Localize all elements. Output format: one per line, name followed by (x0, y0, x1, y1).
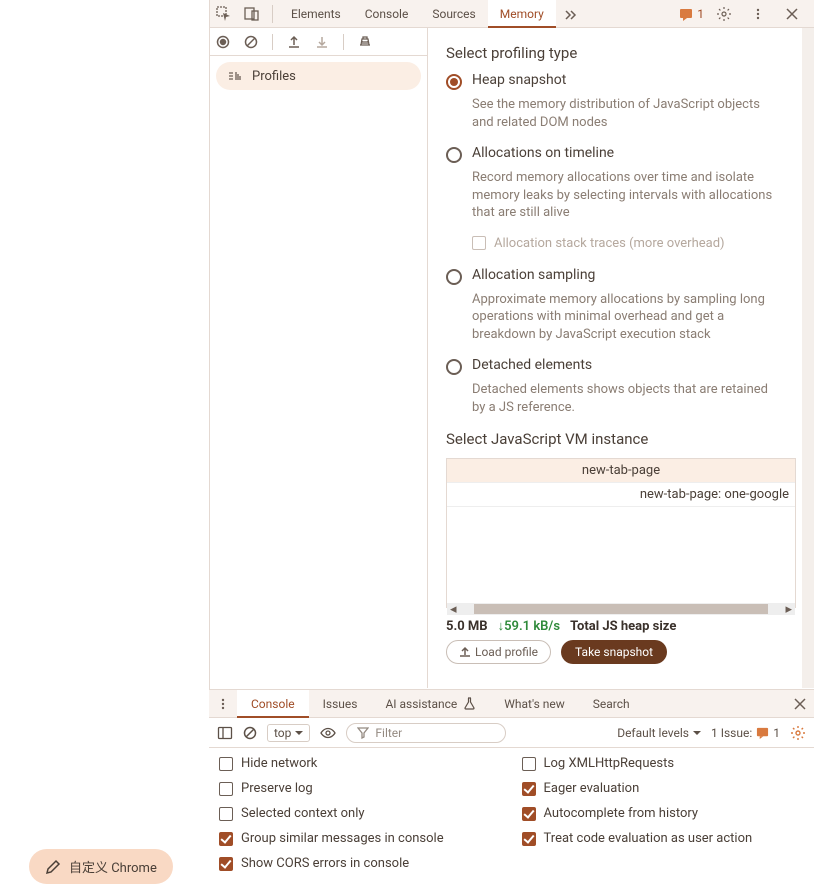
radio-icon[interactable] (446, 147, 462, 163)
more-tabs-icon[interactable] (556, 0, 584, 28)
radio-icon[interactable] (446, 359, 462, 375)
download-icon[interactable] (315, 35, 329, 49)
vm-row[interactable]: new-tab-page (447, 459, 795, 483)
tab-console[interactable]: Console (353, 0, 421, 28)
setting-group-similar[interactable]: Group similar messages in console (219, 831, 502, 846)
flask-icon (463, 697, 476, 710)
drawer-tab-issues[interactable]: Issues (309, 690, 372, 718)
customize-chrome-pill[interactable]: 自定义 Chrome (29, 849, 173, 884)
setting-eager-eval[interactable]: Eager evaluation (522, 781, 805, 796)
profiles-label: Profiles (252, 69, 296, 84)
inspect-icon[interactable] (210, 0, 238, 28)
issues-badge[interactable]: 1 (679, 7, 704, 21)
upload-icon[interactable] (287, 35, 301, 49)
console-settings-gear-icon[interactable] (790, 725, 806, 741)
vertical-scrollbar[interactable] (802, 28, 814, 688)
close-icon[interactable] (778, 0, 806, 28)
profiling-type-title: Select profiling type (446, 44, 796, 62)
tab-sources[interactable]: Sources (420, 0, 487, 28)
console-drawer: Console Issues AI assistance What's new … (209, 689, 814, 894)
issue-icon (756, 726, 769, 739)
vm-instance-list[interactable]: new-tab-page new-tab-page: one-google ◂▸ (446, 458, 796, 608)
option-allocations-timeline[interactable]: Allocations on timeline (446, 145, 796, 163)
gc-icon[interactable] (358, 35, 372, 49)
tab-memory[interactable]: Memory (488, 0, 556, 28)
drawer-close-icon[interactable] (786, 690, 814, 718)
drawer-tab-whatsnew[interactable]: What's new (490, 690, 579, 718)
kebab-menu-icon[interactable] (744, 0, 772, 28)
heap-size: 5.0 MB (446, 619, 488, 634)
context-selector[interactable]: top (267, 724, 310, 742)
setting-show-cors[interactable]: Show CORS errors in console (219, 856, 502, 871)
drawer-tab-ai[interactable]: AI assistance (371, 690, 490, 718)
sidebar-item-profiles[interactable]: Profiles (216, 62, 421, 90)
memory-panel: Select profiling type Heap snapshot See … (428, 28, 814, 688)
horizontal-scrollbar[interactable]: ◂▸ (447, 603, 795, 615)
setting-autocomplete[interactable]: Autocomplete from history (522, 806, 805, 821)
clear-icon[interactable] (244, 35, 258, 49)
settings-gear-icon[interactable] (710, 0, 738, 28)
vm-row[interactable]: new-tab-page: one-google (447, 483, 795, 507)
radio-icon[interactable] (446, 269, 462, 285)
heap-rate: ↓59.1 kB/s (498, 618, 560, 634)
pencil-icon (45, 859, 61, 875)
option-detached-elements[interactable]: Detached elements (446, 357, 796, 375)
drawer-kebab-icon[interactable] (209, 690, 237, 718)
filter-input[interactable]: Filter (346, 723, 506, 743)
setting-preserve-log[interactable]: Preserve log (219, 781, 502, 796)
setting-log-xhr[interactable]: Log XMLHttpRequests (522, 756, 805, 771)
tab-elements[interactable]: Elements (279, 0, 353, 28)
record-icon[interactable] (216, 35, 230, 49)
eye-icon[interactable] (320, 725, 336, 741)
option-heap-snapshot[interactable]: Heap snapshot (446, 72, 796, 90)
heap-label: Total JS heap size (570, 619, 676, 634)
device-icon[interactable] (238, 0, 266, 28)
issues-link[interactable]: 1 Issue: 1 (711, 726, 780, 740)
setting-hide-network[interactable]: Hide network (219, 756, 502, 771)
sidebar-toggle-icon[interactable] (217, 725, 233, 741)
console-settings: Hide network Log XMLHttpRequests Preserv… (209, 748, 814, 879)
devtools-top-tabs: Elements Console Sources Memory 1 (210, 0, 814, 28)
setting-treat-code[interactable]: Treat code evaluation as user action (522, 831, 805, 846)
setting-selected-context[interactable]: Selected context only (219, 806, 502, 821)
issues-count: 1 (697, 7, 704, 21)
chevron-down-icon (693, 729, 701, 737)
levels-selector[interactable]: Default levels (617, 726, 701, 740)
drawer-tab-search[interactable]: Search (579, 690, 644, 718)
memory-sidebar: Profiles (210, 28, 428, 688)
radio-icon[interactable] (446, 74, 462, 90)
chevron-down-icon (295, 729, 303, 737)
option-allocation-sampling[interactable]: Allocation sampling (446, 267, 796, 285)
allocation-stack-traces-checkbox[interactable]: Allocation stack traces (more overhead) (472, 236, 796, 251)
take-snapshot-button[interactable]: Take snapshot (561, 640, 667, 664)
clear-console-icon[interactable] (243, 726, 257, 740)
vm-instance-title: Select JavaScript VM instance (446, 430, 796, 448)
drawer-tab-console[interactable]: Console (237, 690, 309, 718)
funnel-icon (357, 727, 369, 739)
load-profile-button[interactable]: Load profile (446, 640, 551, 664)
